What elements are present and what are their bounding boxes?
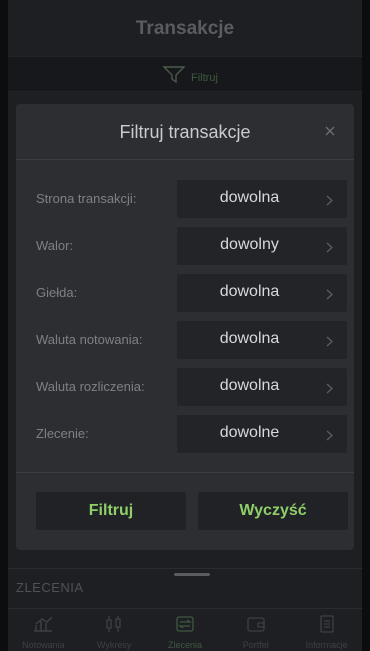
- close-button[interactable]: [318, 120, 342, 144]
- nav-notowania[interactable]: Notowania: [8, 609, 78, 651]
- nav-zlecenia[interactable]: Zlecenia: [150, 609, 220, 651]
- filter-label: Filtruj: [191, 71, 218, 84]
- document-icon: [316, 615, 338, 638]
- filter-bar[interactable]: Filtruj: [8, 56, 362, 92]
- field-label: Waluta rozliczenia:: [36, 379, 145, 394]
- close-icon: [325, 123, 335, 141]
- field-label: Waluta notowania:: [36, 332, 143, 347]
- field-label: Zlecenie:: [36, 426, 89, 441]
- field-value: dowolna: [219, 283, 280, 300]
- dialog-header: Filtruj transakcje: [16, 104, 354, 160]
- nav-label: Zlecenia: [167, 640, 202, 650]
- filter-row-walor: Walor: dowolny: [16, 227, 354, 265]
- chevron-right-icon: [326, 240, 333, 258]
- nav-label: Portfel: [242, 640, 269, 650]
- orders-icon: [174, 615, 196, 638]
- strona-transakcji-select[interactable]: dowolna: [177, 180, 347, 218]
- chevron-right-icon: [326, 381, 333, 399]
- field-value: dowolna: [219, 189, 280, 206]
- field-value: dowolny: [220, 236, 279, 253]
- dialog-footer: Filtruj Wyczyść: [16, 472, 354, 550]
- nav-label: Wykresy: [96, 640, 132, 650]
- filter-dialog: Filtruj transakcje Strona transakcji: do…: [16, 104, 354, 550]
- zlecenie-select[interactable]: dowolne: [177, 415, 347, 453]
- drag-handle[interactable]: [174, 573, 210, 576]
- chevron-right-icon: [326, 287, 333, 305]
- nav-portfel[interactable]: Portfel: [221, 609, 291, 651]
- clear-button[interactable]: Wyczyść: [198, 492, 348, 530]
- walor-select[interactable]: dowolny: [177, 227, 347, 265]
- filter-icon: [162, 66, 186, 89]
- field-value: dowolne: [219, 424, 280, 441]
- nav-wykresy[interactable]: Wykresy: [79, 609, 149, 651]
- filter-row-strona: Strona transakcji: dowolna: [16, 180, 354, 218]
- chevron-right-icon: [326, 334, 333, 352]
- candles-icon: [103, 615, 125, 638]
- field-label: Walor:: [36, 238, 74, 253]
- field-value: dowolna: [219, 330, 280, 347]
- waluta-notowania-select[interactable]: dowolna: [177, 321, 347, 359]
- filter-row-zlecenie: Zlecenie: dowolne: [16, 415, 354, 453]
- filter-button[interactable]: Filtruj: [36, 492, 186, 530]
- gielda-select[interactable]: dowolna: [177, 274, 347, 312]
- chevron-right-icon: [326, 428, 333, 446]
- waluta-rozliczenia-select[interactable]: dowolna: [177, 368, 347, 406]
- nav-label: Notowania: [22, 640, 65, 650]
- chart-icon: [32, 615, 54, 638]
- filter-row-waluta-rozliczenia: Waluta rozliczenia: dowolna: [16, 368, 354, 406]
- orders-section-title: ZLECENIA: [16, 580, 84, 595]
- nav-label: Informacje: [305, 640, 348, 650]
- nav-informacje[interactable]: Informacje: [292, 609, 362, 651]
- filter-row-gielda: Giełda: dowolna: [16, 274, 354, 312]
- page-title: Transakcje: [135, 18, 235, 39]
- field-value: dowolna: [219, 377, 280, 394]
- dialog-title: Filtruj transakcje: [119, 122, 251, 142]
- field-label: Giełda:: [36, 285, 78, 300]
- bottom-nav: Notowania Wykresy Zlecenia Portfel Infor…: [8, 608, 362, 651]
- chevron-right-icon: [326, 193, 333, 211]
- filter-row-waluta-notowania: Waluta notowania: dowolna: [16, 321, 354, 359]
- field-label: Strona transakcji:: [36, 191, 137, 206]
- wallet-icon: [245, 615, 267, 638]
